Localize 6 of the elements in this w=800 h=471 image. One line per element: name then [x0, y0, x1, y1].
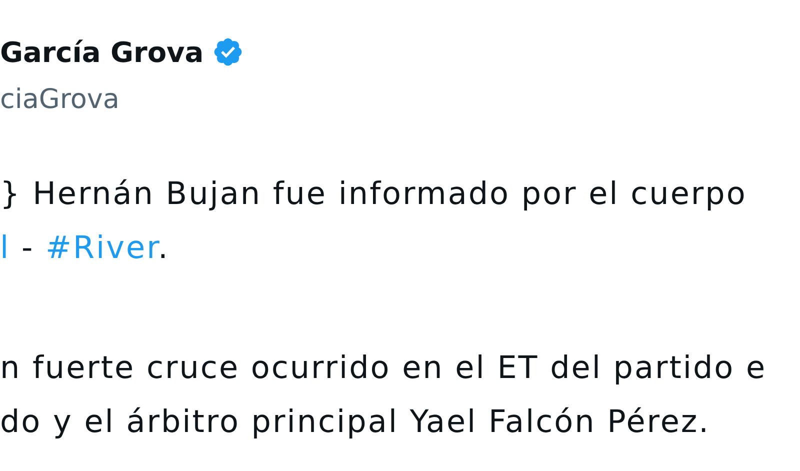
- author-handle[interactable]: ciaGrova: [0, 84, 120, 115]
- tweet-text: l - #River.: [0, 229, 170, 268]
- author-name[interactable]: García Grova: [0, 36, 204, 68]
- tweet-text: do y el árbitro principal Yael Falcón Pérez.: [0, 403, 712, 442]
- tweet-text: n fuerte cruce ocurrido en el ET del partido e: [0, 349, 768, 388]
- tweet-text: } Hernán Bujan fue informado por el cuerpo: [0, 175, 748, 214]
